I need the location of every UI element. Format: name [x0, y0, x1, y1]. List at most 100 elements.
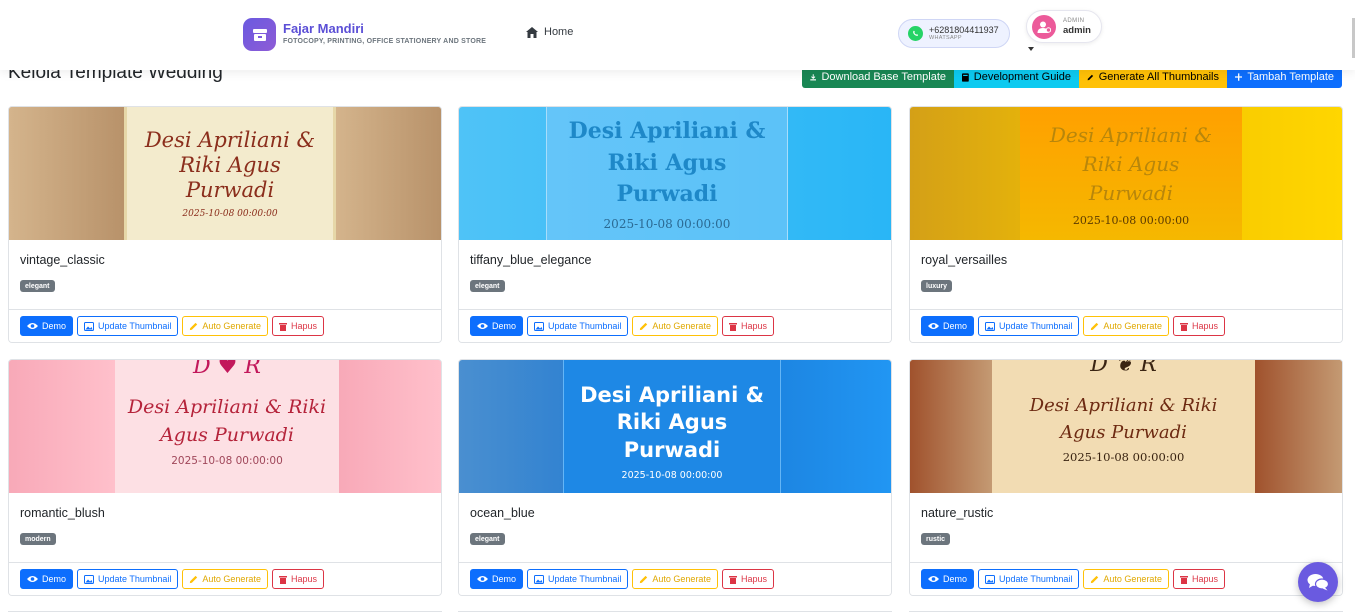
pencil-icon	[190, 322, 198, 330]
eye-icon	[27, 323, 38, 329]
user-avatar-icon	[1032, 14, 1056, 39]
delete-label: Hapus	[290, 321, 317, 331]
card-actions: Demo Update Thumbnail Auto Generate Hapu…	[910, 309, 1342, 342]
auto-generate-button[interactable]: Auto Generate	[1083, 569, 1169, 589]
update-thumbnail-label: Update Thumbnail	[548, 574, 622, 584]
auto-generate-button[interactable]: Auto Generate	[632, 316, 718, 336]
preview-couple-names: Desi Apriliani & Riki Agus Purwadi	[580, 383, 764, 462]
delete-button[interactable]: Hapus	[271, 569, 324, 589]
image-icon	[534, 321, 545, 331]
eye-icon	[477, 323, 488, 329]
trash-icon	[1179, 322, 1188, 331]
template-thumbnail: Desi Apriliani & Riki Agus Purwadi 2025-…	[459, 107, 891, 240]
pencil-icon	[190, 575, 198, 583]
eye-icon	[928, 576, 939, 582]
auto-generate-label: Auto Generate	[1103, 574, 1162, 584]
brand-subtitle: FOTOCOPY, PRINTING, OFFICE STATIONERY AN…	[283, 38, 487, 45]
card-actions: Demo Update Thumbnail Auto Generate Hapu…	[459, 309, 891, 342]
eye-icon	[928, 323, 939, 329]
trash-icon	[278, 322, 287, 331]
card-actions: Demo Update Thumbnail Auto Generate Hapu…	[459, 562, 891, 595]
demo-button[interactable]: Demo	[20, 316, 74, 336]
chevron-down-icon[interactable]	[1028, 47, 1034, 51]
template-thumbnail: Desi Apriliani & Riki Agus Purwadi 2025-…	[459, 360, 891, 493]
template-card: Desi Apriliani & Riki Agus Purwadi 2025-…	[909, 106, 1343, 343]
demo-label: Demo	[943, 574, 968, 584]
delete-label: Hapus	[290, 574, 317, 584]
preview-couple-names: Desi Apriliani & Riki Agus Purwadi	[568, 117, 766, 208]
image-icon	[534, 574, 545, 584]
card-actions: Demo Update Thumbnail Auto Generate Hapu…	[9, 562, 441, 595]
template-name: romantic_blush	[20, 506, 105, 520]
brand-name[interactable]: Fajar Mandiri	[283, 21, 364, 36]
template-name: nature_rustic	[921, 506, 994, 520]
preview-date: 2025-10-08 00:00:00	[1062, 450, 1185, 464]
category-badge: modern	[20, 533, 56, 545]
home-icon	[526, 26, 538, 38]
category-badge: elegant	[20, 280, 55, 292]
generate-all-thumbnails-label: Generate All Thumbnails	[1098, 71, 1219, 83]
card-actions: Demo Update Thumbnail Auto Generate Hapu…	[9, 309, 441, 342]
delete-button[interactable]: Hapus	[721, 569, 774, 589]
preview-date: 2025-10-08 00:00:00	[1072, 213, 1190, 227]
trash-icon	[728, 575, 737, 584]
whatsapp-icon	[908, 26, 923, 41]
demo-button[interactable]: Demo	[921, 569, 975, 589]
demo-button[interactable]: Demo	[921, 316, 975, 336]
user-name: admin	[1063, 25, 1091, 36]
update-thumbnail-button[interactable]: Update Thumbnail	[978, 569, 1080, 589]
demo-button[interactable]: Demo	[470, 569, 524, 589]
update-thumbnail-button[interactable]: Update Thumbnail	[978, 316, 1080, 336]
auto-generate-button[interactable]: Auto Generate	[1083, 316, 1169, 336]
preview-date: 2025-10-08 00:00:00	[171, 455, 283, 468]
nav-home-link[interactable]: Home	[526, 26, 573, 38]
top-navbar: Fajar Mandiri FOTOCOPY, PRINTING, OFFICE…	[0, 0, 1355, 70]
pencil-icon	[1087, 74, 1094, 80]
auto-generate-button[interactable]: Auto Generate	[632, 569, 718, 589]
delete-button[interactable]: Hapus	[721, 316, 774, 336]
demo-button[interactable]: Demo	[20, 569, 74, 589]
delete-button[interactable]: Hapus	[1172, 569, 1225, 589]
demo-button[interactable]: Demo	[470, 316, 524, 336]
image-icon	[985, 321, 996, 331]
category-badge: rustic	[921, 533, 951, 545]
chat-button[interactable]	[1298, 562, 1338, 602]
download-base-template-label: Download Base Template	[821, 71, 946, 83]
update-thumbnail-label: Update Thumbnail	[98, 574, 172, 584]
preview-date: 2025-10-08 00:00:00	[603, 217, 731, 232]
auto-generate-button[interactable]: Auto Generate	[182, 569, 268, 589]
template-thumbnail: Desi Apriliani & Riki Agus Purwadi 2025-…	[910, 107, 1342, 240]
plus-icon	[1235, 73, 1243, 81]
preview-monogram: D ♥ R	[193, 360, 261, 379]
whatsapp-label: WHATSAPP	[929, 34, 962, 41]
pencil-icon	[640, 575, 648, 583]
update-thumbnail-button[interactable]: Update Thumbnail	[77, 569, 179, 589]
template-card: D ♥ R Desi Apriliani & Riki Agus Purwadi…	[8, 359, 442, 596]
update-thumbnail-button[interactable]: Update Thumbnail	[527, 316, 629, 336]
auto-generate-button[interactable]: Auto Generate	[182, 316, 268, 336]
template-name: vintage_classic	[20, 253, 105, 267]
auto-generate-label: Auto Generate	[652, 321, 711, 331]
pencil-icon	[640, 322, 648, 330]
whatsapp-contact-button[interactable]: +6281804411937 WHATSAPP	[898, 19, 1010, 48]
delete-label: Hapus	[1191, 574, 1218, 584]
image-icon	[84, 574, 95, 584]
demo-label: Demo	[492, 321, 517, 331]
download-icon	[810, 73, 817, 80]
eye-icon	[27, 576, 38, 582]
preview-date: 2025-10-08 00:00:00	[621, 469, 723, 481]
trash-icon	[278, 575, 287, 584]
delete-button[interactable]: Hapus	[1172, 316, 1225, 336]
user-role: ADMIN	[1063, 18, 1085, 24]
store-logo-icon[interactable]	[243, 18, 276, 51]
trash-icon	[728, 322, 737, 331]
add-template-label: Tambah Template	[1247, 71, 1334, 83]
delete-label: Hapus	[740, 574, 767, 584]
update-thumbnail-button[interactable]: Update Thumbnail	[527, 569, 629, 589]
delete-button[interactable]: Hapus	[271, 316, 324, 336]
delete-label: Hapus	[1191, 321, 1218, 331]
category-badge: luxury	[921, 280, 953, 292]
update-thumbnail-button[interactable]: Update Thumbnail	[77, 316, 179, 336]
development-guide-label: Development Guide	[973, 71, 1071, 83]
user-menu-button[interactable]: ADMIN admin	[1026, 10, 1102, 43]
